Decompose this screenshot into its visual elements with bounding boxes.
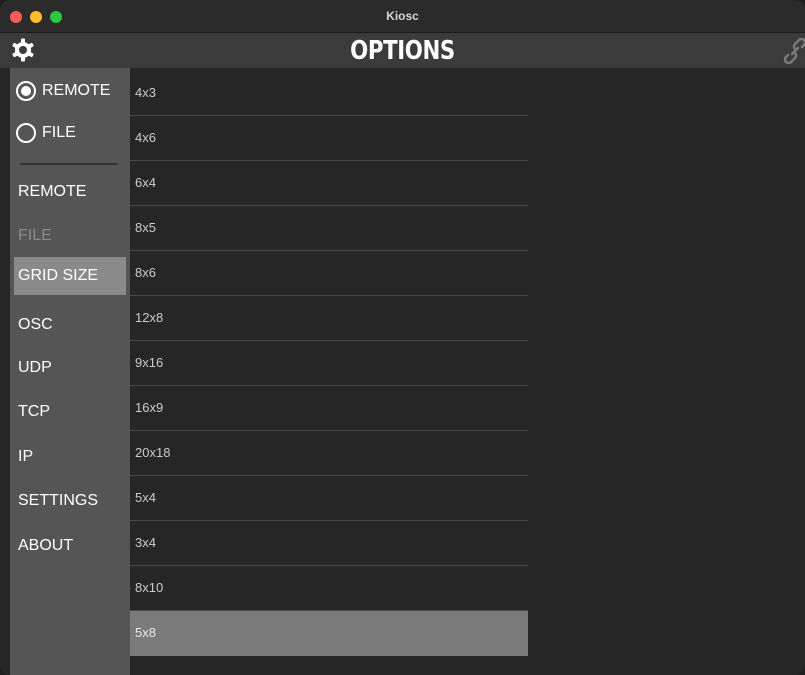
page-title: OPTIONS	[350, 36, 455, 66]
sidebar-item-udp[interactable]: UDP	[14, 349, 126, 387]
window-title: Kiosc	[386, 9, 419, 23]
sidebar: REMOTE FILE REMOTE FILE GRID SIZE OSC UD…	[10, 68, 130, 675]
sidebar-item-settings[interactable]: SETTINGS	[14, 482, 126, 520]
grid-size-option[interactable]: 5x4	[130, 476, 528, 521]
radio-remote[interactable]: REMOTE	[16, 77, 110, 105]
grid-size-option[interactable]: 8x5	[130, 206, 528, 251]
grid-size-option[interactable]: 16x9	[130, 386, 528, 431]
grid-size-option[interactable]: 4x6	[130, 116, 528, 161]
radio-label: FILE	[42, 124, 76, 141]
grid-size-option[interactable]: 4x3	[130, 71, 528, 116]
app-window: Kiosc OPTIONS REMOTE FILE REMOTE FILE GR…	[0, 0, 805, 675]
title-bar: Kiosc	[0, 0, 805, 33]
radio-label: REMOTE	[42, 82, 111, 99]
grid-size-option[interactable]: 3x4	[130, 521, 528, 566]
sidebar-item-ip[interactable]: IP	[14, 438, 126, 476]
options-header: OPTIONS	[0, 33, 805, 68]
grid-size-option[interactable]: 9x16	[130, 341, 528, 386]
grid-size-option[interactable]: 8x6	[130, 251, 528, 296]
gear-icon[interactable]	[11, 38, 35, 62]
sidebar-item-file[interactable]: FILE	[14, 217, 126, 255]
radio-file[interactable]: FILE	[16, 119, 76, 147]
radio-selected-icon	[16, 81, 36, 101]
sidebar-item-remote[interactable]: REMOTE	[14, 173, 126, 211]
sidebar-item-grid-size[interactable]: GRID SIZE	[14, 257, 126, 295]
sidebar-item-osc[interactable]: OSC	[14, 306, 126, 344]
sidebar-item-tcp[interactable]: TCP	[14, 393, 126, 431]
sidebar-item-about[interactable]: ABOUT	[14, 527, 126, 565]
grid-size-option[interactable]: 6x4	[130, 161, 528, 206]
grid-size-list: 4x3 4x6 6x4 8x5 8x6 12x8 9x16 16x9 20x18…	[130, 71, 528, 656]
sidebar-divider	[20, 163, 118, 165]
grid-size-option[interactable]: 8x10	[130, 566, 528, 611]
grid-size-option[interactable]: 12x8	[130, 296, 528, 341]
link-icon[interactable]	[782, 38, 805, 64]
grid-size-option[interactable]: 20x18	[130, 431, 528, 476]
radio-unselected-icon	[16, 123, 36, 143]
grid-size-option-selected[interactable]: 5x8	[130, 611, 528, 656]
